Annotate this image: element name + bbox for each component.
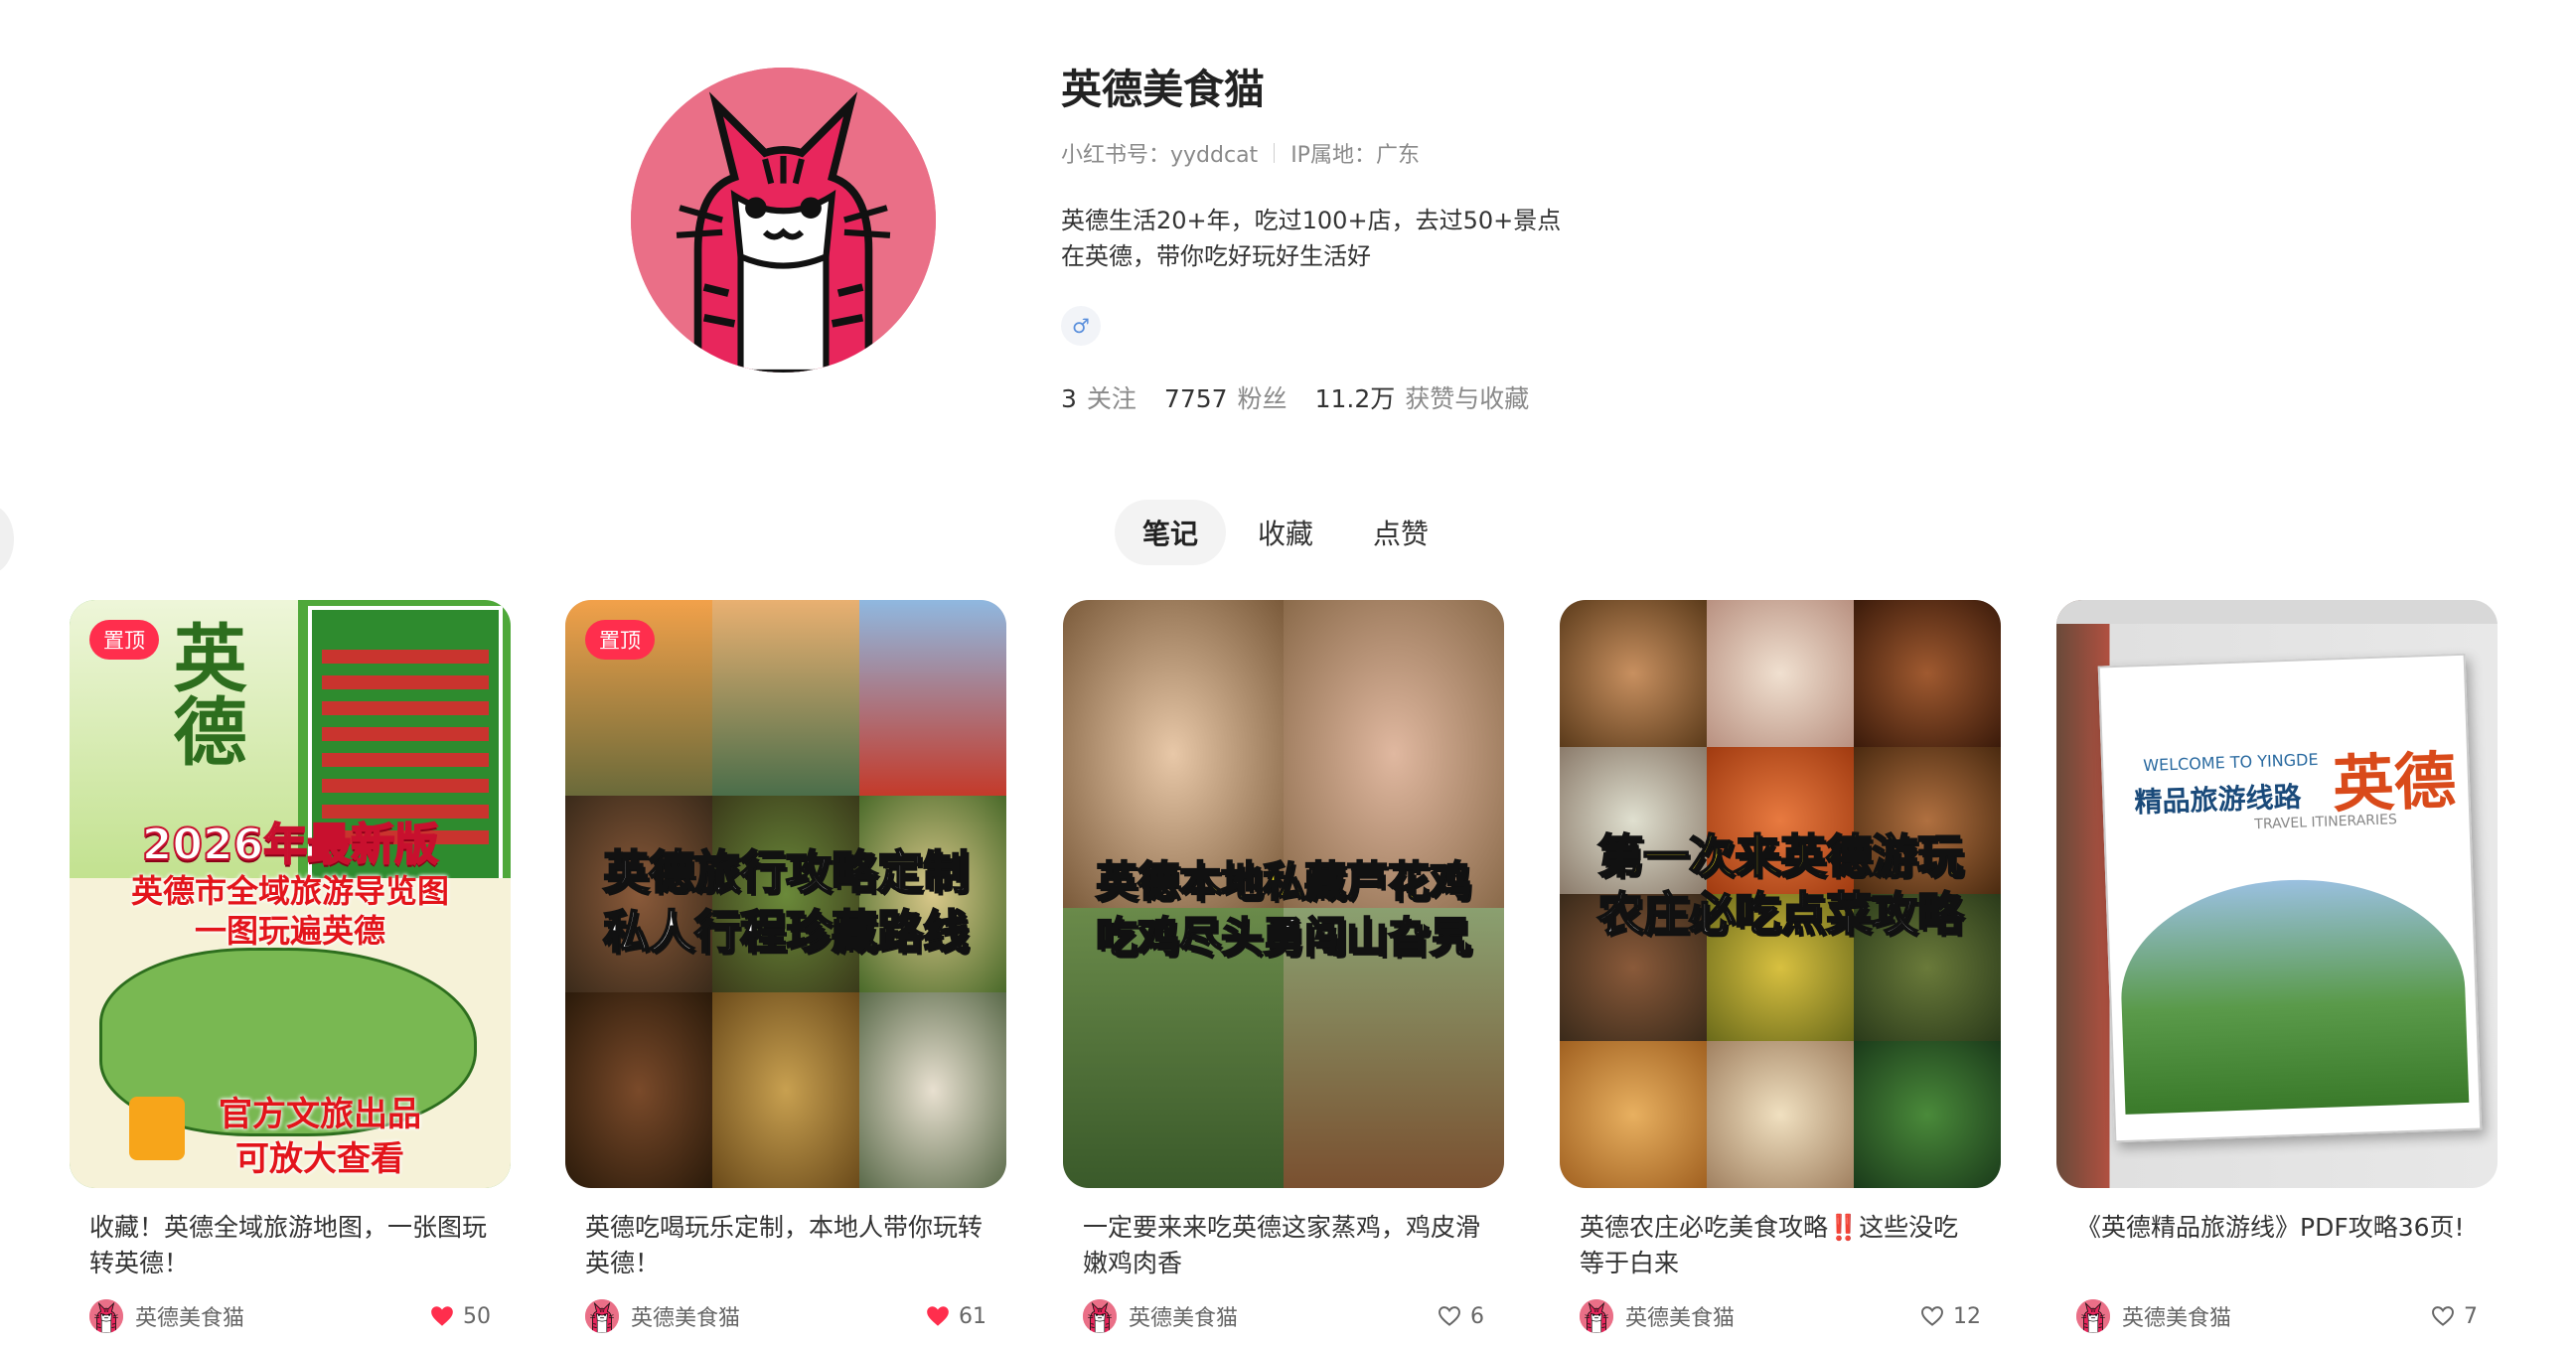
brochure-welcome: WELCOME TO YINGDE (2142, 749, 2319, 776)
author-avatar (2076, 1299, 2110, 1333)
author-name: 英德美食猫 (1129, 1306, 1239, 1331)
note-author[interactable]: 英德美食猫 (1580, 1299, 1735, 1333)
heart-outline-icon (1919, 1303, 1945, 1329)
author-name: 英德美食猫 (631, 1306, 741, 1331)
cover-headline: 农庄必吃点菜攻略 (1596, 886, 1964, 942)
like-button[interactable]: 6 (1437, 1303, 1484, 1329)
pinned-badge: 置顶 (89, 620, 159, 660)
note-card[interactable]: 英德旅行攻略定制 私人行程珍藏路线 置顶 英德吃喝玩乐定制，本地人带你玩转英德！… (565, 600, 1006, 1333)
note-author[interactable]: 英德美食猫 (2076, 1299, 2231, 1333)
stat-likes-collects[interactable]: 11.2万 获赞与收藏 (1315, 379, 1530, 415)
cover-headline: 第一次来英德游玩 (1596, 828, 1964, 884)
note-cover[interactable]: 英德 2026年最新版 英德市全域旅游导览图 一图玩遍英德 官方文旅出品 可放大… (70, 600, 511, 1188)
tab-liked[interactable]: 点赞 (1345, 500, 1456, 565)
brochure: WELCOME TO YINGDE 精品旅游线路 英德 TRAVEL ITINE… (2097, 653, 2483, 1143)
cat-avatar-image (631, 68, 936, 373)
note-footer: 英德美食猫 50 (70, 1299, 511, 1333)
heart-outline-icon (1437, 1303, 1462, 1329)
author-avatar (89, 1299, 123, 1333)
note-footer: 英德美食猫 12 (1560, 1299, 2001, 1333)
note-cover[interactable]: 英德本地私藏芦花鸡 吃鸡尽头勇闯山旮旯 (1063, 600, 1504, 1188)
profile-id: 小红书号：yyddcat (1061, 143, 1259, 168)
note-author[interactable]: 英德美食猫 (1083, 1299, 1238, 1333)
note-footer: 英德美食猫 7 (2056, 1299, 2498, 1333)
cover-footer: 官方文旅出品 (219, 1095, 421, 1134)
profile-info: 英德美食猫 小红书号：yyddcat IP属地：广东 英德生活20+年，吃过10… (1061, 60, 1756, 415)
note-title[interactable]: 收藏！英德全域旅游地图，一张图玩转英德！ (70, 1210, 511, 1281)
profile-description: 英德生活20+年，吃过100+店，去过50+景点 在英德，带你吃好玩好生活好 (1061, 203, 1756, 274)
like-button[interactable]: 12 (1919, 1303, 1981, 1329)
note-cover[interactable]: 英德旅行攻略定制 私人行程珍藏路线 置顶 (565, 600, 1006, 1188)
author-name: 英德美食猫 (135, 1306, 245, 1331)
note-title[interactable]: 英德农庄必吃美食攻略‼️这些没吃等于白来 (1560, 1210, 2001, 1281)
cover-footer: 可放大查看 (235, 1139, 404, 1179)
stat-following[interactable]: 3 关注 (1061, 379, 1136, 415)
note-card[interactable]: 第一次来英德游玩 农庄必吃点菜攻略 英德农庄必吃美食攻略‼️这些没吃等于白来 英… (1560, 600, 2001, 1333)
cover-headline: 英德旅行攻略定制 (602, 844, 970, 900)
gender-male-icon: ♂ (1061, 306, 1101, 346)
profile-desc-line: 在英德，带你吃好玩好生活好 (1061, 242, 1371, 270)
profile-nickname: 英德美食猫 (1061, 66, 1265, 113)
note-card[interactable]: WELCOME TO YINGDE 精品旅游线路 英德 TRAVEL ITINE… (2056, 600, 2498, 1333)
like-count: 6 (1470, 1303, 1484, 1329)
author-name: 英德美食猫 (1625, 1306, 1736, 1331)
author-avatar (585, 1299, 619, 1333)
profile-meta: 小红书号：yyddcat IP属地：广东 (1061, 137, 1756, 169)
profile-avatar[interactable] (631, 68, 936, 373)
brochure-photo-fan (2117, 873, 2470, 1115)
like-button[interactable]: 61 (925, 1303, 986, 1329)
like-count: 50 (463, 1303, 491, 1329)
note-title[interactable]: 《英德精品旅游线》PDF攻略36页! (2056, 1210, 2498, 1281)
note-card[interactable]: 英德 2026年最新版 英德市全域旅游导览图 一图玩遍英德 官方文旅出品 可放大… (70, 600, 511, 1333)
cover-headline: 2026年最新版 (141, 819, 439, 871)
heart-filled-icon (429, 1303, 455, 1329)
note-author[interactable]: 英德美食猫 (585, 1299, 740, 1333)
like-button[interactable]: 7 (2430, 1303, 2478, 1329)
note-card[interactable]: 英德本地私藏芦花鸡 吃鸡尽头勇闯山旮旯 一定要来来吃英德这家蒸鸡，鸡皮滑嫩鸡肉香… (1063, 600, 1504, 1333)
like-count: 12 (1953, 1303, 1981, 1329)
author-name: 英德美食猫 (2122, 1306, 2232, 1331)
author-avatar (1580, 1299, 1613, 1333)
side-nav-handle[interactable] (0, 505, 14, 574)
note-footer: 英德美食猫 6 (1063, 1299, 1504, 1333)
heart-filled-icon (925, 1303, 951, 1329)
profile-tabs: 笔记 收藏 点赞 (1115, 500, 1456, 565)
profile-desc-line: 英德生活20+年，吃过100+店，去过50+景点 (1061, 207, 1562, 234)
like-button[interactable]: 50 (429, 1303, 491, 1329)
note-title[interactable]: 英德吃喝玩乐定制，本地人带你玩转英德！ (565, 1210, 1006, 1281)
profile-stats: 3 关注 7757 粉丝 11.2万 获赞与收藏 (1061, 379, 1756, 415)
cover-shelf (2056, 600, 2498, 624)
pinned-badge: 置顶 (585, 620, 655, 660)
like-count: 7 (2464, 1303, 2478, 1329)
note-author[interactable]: 英德美食猫 (89, 1299, 244, 1333)
meta-divider (1274, 143, 1276, 163)
profile-ip: IP属地：广东 (1290, 143, 1420, 168)
stat-followers[interactable]: 7757 粉丝 (1164, 379, 1288, 415)
brochure-title: 英德 (2331, 744, 2458, 822)
brochure-subtitle: 精品旅游线路 (2133, 780, 2303, 820)
note-cover[interactable]: WELCOME TO YINGDE 精品旅游线路 英德 TRAVEL ITINE… (2056, 600, 2498, 1188)
heart-outline-icon (2430, 1303, 2456, 1329)
note-footer: 英德美食猫 61 (565, 1299, 1006, 1333)
cover-badge-text: 英德 (161, 620, 246, 767)
like-count: 61 (959, 1303, 986, 1329)
cover-headline: 吃鸡尽头勇闯山旮旯 (1095, 912, 1472, 963)
tab-collections[interactable]: 收藏 (1230, 500, 1341, 565)
author-avatar (1083, 1299, 1117, 1333)
tab-notes[interactable]: 笔记 (1115, 500, 1227, 565)
note-title[interactable]: 一定要来来吃英德这家蒸鸡，鸡皮滑嫩鸡肉香 (1063, 1210, 1504, 1281)
cover-subtitle: 一图玩遍英德 (194, 912, 385, 950)
cover-headline: 私人行程珍藏路线 (602, 904, 970, 960)
note-cover[interactable]: 第一次来英德游玩 农庄必吃点菜攻略 (1560, 600, 2001, 1188)
cover-headline: 英德本地私藏芦花鸡 (1095, 856, 1472, 907)
